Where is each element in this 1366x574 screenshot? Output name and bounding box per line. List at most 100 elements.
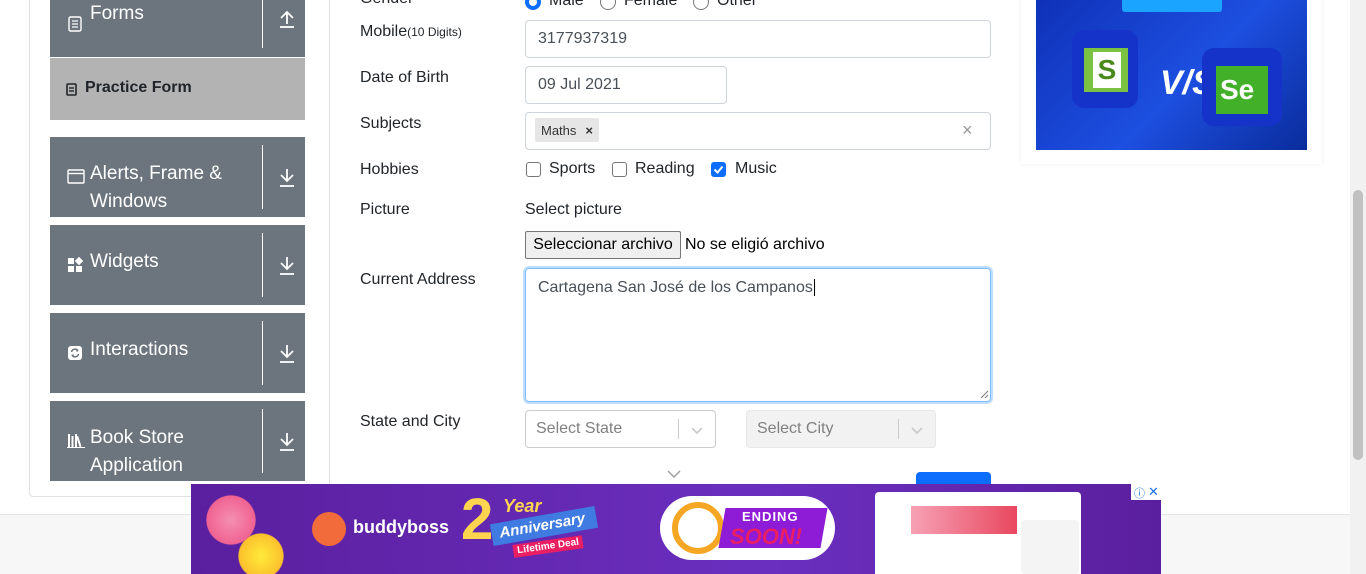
dob-label: Date of Birth xyxy=(360,69,449,86)
sidebar-item-label: Practice Form xyxy=(85,79,192,96)
nav-group-interactions[interactable]: Interactions xyxy=(50,313,305,393)
state-select[interactable]: Select State xyxy=(525,410,716,448)
divider xyxy=(262,409,263,473)
arrow-down-icon[interactable] xyxy=(278,255,296,275)
ad-logo-right: Se xyxy=(1216,66,1268,114)
city-placeholder: Select City xyxy=(757,420,834,437)
hobby-checkbox-sports[interactable] xyxy=(526,162,541,177)
ad-image: S V/S Se xyxy=(1036,0,1307,150)
dob-value: 09 Jul 2021 xyxy=(538,76,621,93)
clear-icon[interactable]: × xyxy=(962,120,973,141)
hobbies-label: Hobbies xyxy=(360,161,419,178)
balloons-decoration xyxy=(191,484,291,574)
state-city-label: State and City xyxy=(360,413,461,430)
nav-group-label: Forms xyxy=(90,3,144,24)
nav-group-book-store[interactable]: Book Store Application xyxy=(50,401,305,481)
document-icon xyxy=(68,16,82,32)
arrow-down-icon[interactable] xyxy=(278,431,296,451)
gender-radio-other[interactable] xyxy=(693,0,709,10)
address-textarea[interactable]: Cartagena San José de los Campanos xyxy=(525,268,991,402)
gender-option-label: Female xyxy=(624,0,678,9)
select-separator xyxy=(898,419,899,439)
hobby-checkbox-music[interactable] xyxy=(711,162,726,177)
close-icon[interactable]: ✕ xyxy=(1148,484,1159,500)
nav-group-widgets[interactable]: Widgets xyxy=(50,225,305,305)
chevron-down-icon xyxy=(667,470,681,478)
mobile-value: 3177937319 xyxy=(538,30,627,47)
divider xyxy=(262,145,263,209)
ad-logo-letters: Se xyxy=(1220,74,1255,105)
address-value: Cartagena San José de los Campanos xyxy=(538,279,813,296)
ad-anniversary-number: 2 xyxy=(461,487,494,552)
gender-option-label: Other xyxy=(717,0,758,9)
nav-group-forms[interactable]: Forms xyxy=(50,0,305,57)
grid-icon xyxy=(68,257,83,272)
ad-logo-tile: S xyxy=(1072,30,1138,108)
ad-screenshot-preview xyxy=(875,492,1081,574)
arrow-up-icon[interactable] xyxy=(278,8,296,28)
state-placeholder: Select State xyxy=(536,420,623,437)
text-caret xyxy=(813,279,815,296)
city-select[interactable]: Select City xyxy=(746,410,936,448)
mobile-hint: (10 Digits) xyxy=(407,25,462,39)
chip-remove-icon[interactable]: × xyxy=(585,123,593,138)
books-icon xyxy=(67,434,85,448)
checkmark-icon xyxy=(713,165,724,174)
ad-bar xyxy=(1122,0,1222,12)
nav-group-label: Alerts, Frame & xyxy=(90,163,222,184)
ending-soon-badge: ENDING SOON! xyxy=(660,496,835,560)
scrollbar-thumb[interactable] xyxy=(1353,190,1363,460)
sidebar-item-practice-form[interactable]: Practice Form xyxy=(50,58,305,120)
ad-logo-tile: Se xyxy=(1202,48,1282,126)
subjects-label: Subjects xyxy=(360,115,422,132)
nav-group-label: Interactions xyxy=(90,339,189,360)
gender-radio-female[interactable] xyxy=(600,0,616,10)
divider xyxy=(262,0,263,48)
window-icon xyxy=(67,169,85,184)
clock-icon xyxy=(672,502,724,554)
adchoices-icon[interactable]: ⓘ xyxy=(1134,485,1145,501)
chevron-down-icon xyxy=(911,427,923,435)
resize-handle-icon[interactable] xyxy=(980,390,989,399)
picture-label: Picture xyxy=(360,201,410,218)
ad-logo-left: S xyxy=(1084,48,1128,92)
arrow-down-icon[interactable] xyxy=(278,343,296,363)
ad-preview-card xyxy=(1021,520,1079,574)
dob-input[interactable]: 09 Jul 2021 xyxy=(525,66,727,104)
subject-chip: Maths × xyxy=(535,118,599,142)
ad-choices[interactable]: ⓘ ✕ xyxy=(1131,484,1161,500)
subject-chip-label: Maths xyxy=(541,122,577,138)
gender-label: Gender xyxy=(360,0,413,8)
hobby-label: Reading xyxy=(635,160,695,177)
arrow-down-icon[interactable] xyxy=(278,167,296,187)
file-status: No se eligió archivo xyxy=(685,236,825,253)
divider xyxy=(262,233,263,297)
ad-preview-cover xyxy=(911,506,1017,534)
refresh-icon xyxy=(68,346,82,360)
mobile-label-text: Mobile xyxy=(360,23,408,40)
ad-banner-bottom[interactable]: buddyboss 2 Year Anniversary Lifetime De… xyxy=(191,484,1161,574)
ad-ending: ENDING xyxy=(742,509,799,524)
ad-brand: buddyboss xyxy=(353,517,450,537)
nav-group-label-line2: Windows xyxy=(90,191,168,212)
mobile-label: Mobile(10 Digits) xyxy=(360,23,462,41)
nav-group-label: Book Store xyxy=(90,427,184,448)
nav-group-label: Widgets xyxy=(90,251,159,272)
picture-prompt: Select picture xyxy=(525,201,622,218)
nav-group-label-line2: Application xyxy=(90,455,183,476)
address-label: Current Address xyxy=(360,271,476,288)
choose-file-button[interactable]: Seleccionar archivo xyxy=(525,231,681,259)
hobby-label: Music xyxy=(735,160,777,177)
chevron-down-icon xyxy=(691,427,703,435)
hobby-checkbox-reading[interactable] xyxy=(612,162,627,177)
gender-radio-male[interactable] xyxy=(525,0,541,10)
hobby-label: Sports xyxy=(549,160,596,177)
ad-banner-top[interactable]: S V/S Se xyxy=(1021,0,1322,164)
select-separator xyxy=(678,419,679,439)
divider xyxy=(262,321,263,385)
ad-soon: SOON! xyxy=(730,524,803,549)
mobile-input[interactable]: 3177937319 xyxy=(525,20,991,58)
gender-option-label: Male xyxy=(549,0,584,9)
nav-group-alerts-frame-windows[interactable]: Alerts, Frame & Windows xyxy=(50,137,305,217)
ad-logo-letter: S xyxy=(1093,52,1121,88)
